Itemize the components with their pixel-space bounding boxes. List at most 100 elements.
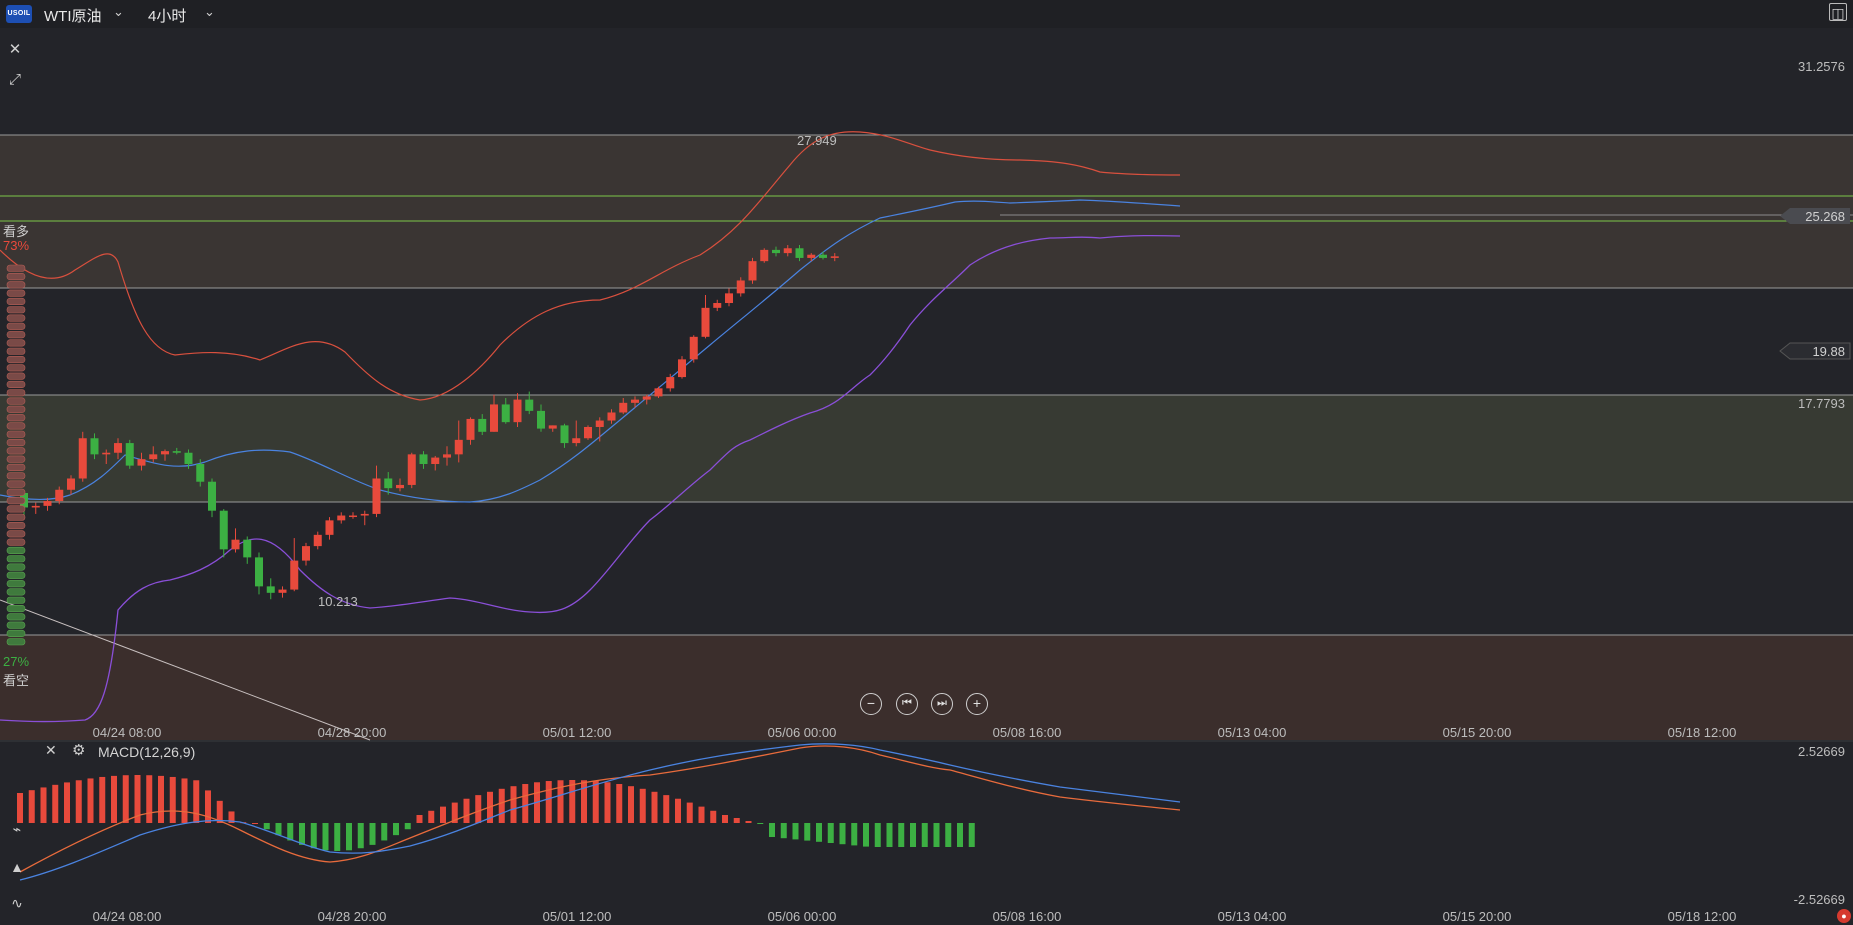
sentiment-segment xyxy=(6,596,26,604)
candle-body xyxy=(572,438,581,444)
sentiment-segment xyxy=(6,272,26,281)
macd-bar xyxy=(475,795,482,823)
sentiment-segment xyxy=(6,397,26,405)
sentiment-segment xyxy=(6,488,26,496)
sentiment-segment xyxy=(6,289,26,297)
candle-body xyxy=(266,586,275,593)
candle-body xyxy=(43,501,52,506)
drawing-tool-icon[interactable]: ▲ xyxy=(7,857,27,877)
macd-bar xyxy=(945,823,952,847)
sentiment-segment xyxy=(6,322,26,330)
macd-bar xyxy=(287,823,294,841)
current-price-label: 25.268 xyxy=(1805,209,1845,224)
sentiment-segment xyxy=(6,331,26,339)
sentiment-segment xyxy=(6,281,26,289)
sentiment-segment xyxy=(6,563,26,571)
sentiment-segment xyxy=(6,447,26,455)
macd-bar xyxy=(933,823,940,847)
candle-body xyxy=(619,402,628,413)
candle-body xyxy=(501,404,510,423)
candle-body xyxy=(584,426,592,439)
macd-bar xyxy=(663,795,670,823)
macd-bar xyxy=(111,775,117,823)
candle-body xyxy=(819,254,827,258)
time-axis-label: 05/06 00:00 xyxy=(768,909,837,924)
time-axis-label: 05/01 12:00 xyxy=(543,909,612,924)
sentiment-segment xyxy=(6,538,26,546)
candle-body xyxy=(67,478,75,490)
macd-time-axis: 04/24 08:00 04/28 20:00 05/01 12:00 05/06 0… xyxy=(93,909,1737,924)
macd-bar xyxy=(957,823,963,847)
macd-bar xyxy=(322,823,329,851)
candle-body xyxy=(454,439,463,455)
sentiment-segment xyxy=(6,521,26,530)
notification-badge[interactable]: ● xyxy=(1837,909,1851,923)
candle-body xyxy=(90,438,99,455)
macd-bar xyxy=(827,823,834,843)
macd-bar xyxy=(169,776,176,823)
macd-bar xyxy=(64,782,70,823)
candle-body xyxy=(419,454,428,465)
sentiment-segment xyxy=(6,414,26,422)
macd-bar xyxy=(404,823,411,830)
candle-body xyxy=(595,420,604,427)
sentiment-segment xyxy=(6,297,26,306)
time-axis-label: 05/15 20:00 xyxy=(1443,909,1512,924)
macd-bar xyxy=(686,802,693,823)
macd-bar xyxy=(569,780,576,823)
close-icon[interactable]: ✕ xyxy=(45,742,57,759)
macd-bar xyxy=(675,798,681,823)
macd-bar xyxy=(545,781,552,823)
macd-bar xyxy=(804,823,811,841)
macd-bar xyxy=(910,823,916,847)
macd-bar xyxy=(87,778,94,823)
macd-bar xyxy=(440,806,446,823)
candle-body xyxy=(772,249,780,254)
candle-body xyxy=(78,438,87,479)
low-annotation: 10.213 xyxy=(318,594,358,609)
candle-body xyxy=(701,307,710,337)
macd-bar xyxy=(99,776,106,823)
macd-bar xyxy=(75,780,82,823)
skip-back-icon[interactable]: ⏮ xyxy=(896,693,918,715)
sentiment-segment xyxy=(6,430,26,438)
macd-bar xyxy=(604,782,611,823)
sentiment-segment xyxy=(6,438,26,447)
candle-body xyxy=(642,396,651,400)
macd-bar xyxy=(40,787,47,823)
zoom-in-icon[interactable]: + xyxy=(966,693,988,715)
sentiment-segment xyxy=(6,613,26,621)
price-axis-mid-label: 17.7793 xyxy=(1798,396,1845,411)
sentiment-segment xyxy=(6,505,26,513)
price-axis-top-label: 31.2576 xyxy=(1798,59,1845,74)
indicator-icon[interactable]: ∿ xyxy=(7,893,27,913)
macd-bar xyxy=(874,823,881,847)
sentiment-segment xyxy=(6,621,26,629)
sentiment-segment xyxy=(6,480,26,488)
gear-icon[interactable]: ⚙ xyxy=(72,741,85,759)
macd-bar xyxy=(581,780,587,823)
macd-bar xyxy=(792,823,799,840)
skip-forward-icon[interactable]: ⏭ xyxy=(931,693,953,715)
macd-bar xyxy=(428,810,435,823)
price-chart[interactable]: 27.949 10.213 31.2576 17.7793 25.268 19.… xyxy=(0,0,1853,925)
sentiment-segment xyxy=(6,555,26,563)
macd-bar xyxy=(275,823,282,836)
sentiment-segment xyxy=(6,530,26,538)
macd-bar xyxy=(921,823,928,847)
candle-body xyxy=(490,404,498,432)
sentiment-segment xyxy=(6,364,26,372)
bear-label: 看空 xyxy=(3,673,30,688)
zone-upper-band xyxy=(0,135,1853,288)
candle-body xyxy=(313,534,322,547)
candle-body xyxy=(278,589,287,593)
candle-body xyxy=(302,546,310,561)
bull-percent: 73% xyxy=(3,238,30,253)
macd-bar xyxy=(616,784,623,823)
candle-body xyxy=(102,452,111,455)
sentiment-segment xyxy=(6,629,26,638)
zoom-out-icon[interactable]: − xyxy=(860,693,882,715)
chart-tools-icon[interactable]: ⌁ xyxy=(7,819,27,839)
sentiment-segment xyxy=(6,580,26,588)
candle-body xyxy=(384,478,393,489)
